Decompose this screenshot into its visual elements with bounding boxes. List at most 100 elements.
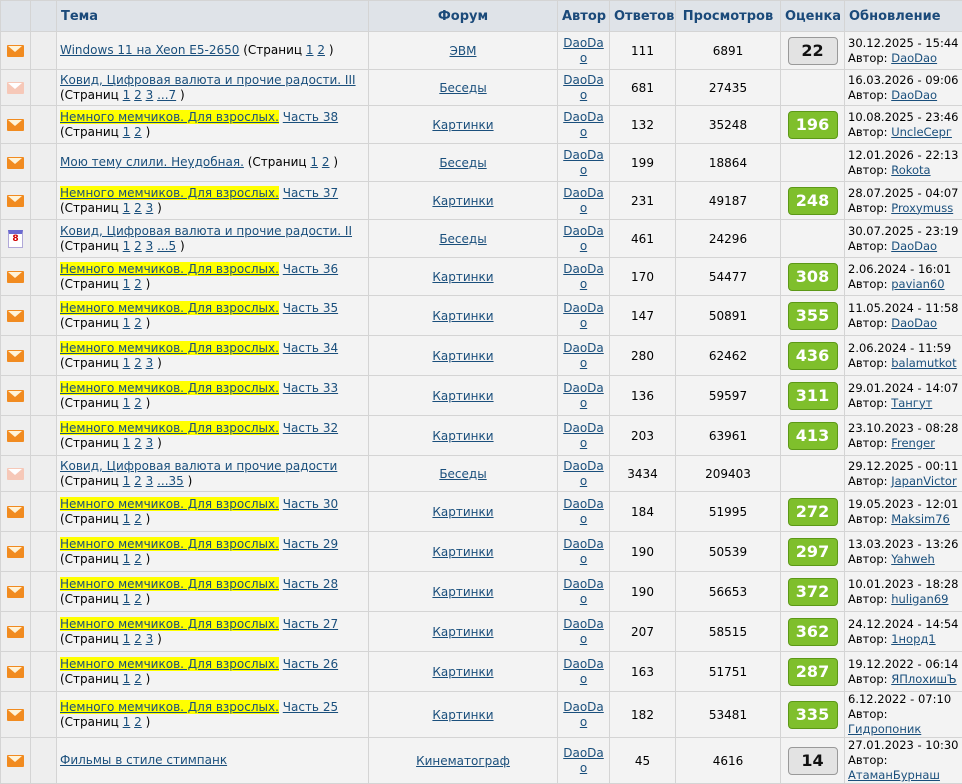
rating-badge[interactable]: 335	[788, 701, 838, 729]
topic-highlight-link[interactable]: Немного мемчиков. Для взрослых.	[60, 577, 279, 591]
page-link[interactable]: 2	[134, 201, 142, 215]
page-link[interactable]: 1	[123, 436, 131, 450]
rating-badge[interactable]: 196	[788, 111, 838, 139]
page-link[interactable]: 1	[123, 356, 131, 370]
topic-title-link[interactable]: Часть 25	[283, 700, 338, 714]
topic-title-link[interactable]: Часть 32	[283, 421, 338, 435]
updated-by-link[interactable]: UncleСерг	[891, 125, 952, 139]
topic-title-link[interactable]: Мою тему слили. Неудобная.	[60, 155, 244, 169]
updated-by-link[interactable]: huligan69	[891, 592, 948, 606]
page-link[interactable]: 1	[123, 632, 131, 646]
page-link[interactable]: 1	[123, 715, 131, 729]
page-link[interactable]: 3	[146, 201, 154, 215]
rating-badge[interactable]: 14	[788, 747, 838, 775]
page-link[interactable]: ...7	[157, 88, 176, 102]
topic-title-link[interactable]: Часть 33	[283, 381, 338, 395]
updated-by-link[interactable]: ЯПлохишЪ	[891, 672, 956, 686]
page-link[interactable]: 1	[123, 88, 131, 102]
page-link[interactable]: 2	[134, 552, 142, 566]
topic-title-link[interactable]: Ковид, Цифровая валюта и прочие радости.…	[60, 224, 352, 238]
forum-link[interactable]: Картинки	[432, 625, 493, 639]
page-link[interactable]: 2	[134, 592, 142, 606]
author-link[interactable]: DaoDao	[562, 110, 606, 140]
rating-badge[interactable]: 311	[788, 382, 838, 410]
page-link[interactable]: 3	[146, 239, 154, 253]
forum-link[interactable]: Картинки	[432, 429, 493, 443]
topic-highlight-link[interactable]: Немного мемчиков. Для взрослых.	[60, 110, 279, 124]
rating-badge[interactable]: 362	[788, 618, 838, 646]
page-link[interactable]: 2	[134, 672, 142, 686]
updated-by-link[interactable]: Тангут	[891, 396, 932, 410]
updated-by-link[interactable]: Yahweh	[891, 552, 935, 566]
author-link[interactable]: DaoDao	[562, 497, 606, 527]
topic-highlight-link[interactable]: Немного мемчиков. Для взрослых.	[60, 381, 279, 395]
rating-badge[interactable]: 436	[788, 342, 838, 370]
author-link[interactable]: DaoDao	[562, 224, 606, 254]
author-link[interactable]: DaoDao	[562, 459, 606, 489]
author-link[interactable]: DaoDao	[562, 537, 606, 567]
topic-title-link[interactable]: Часть 28	[283, 577, 338, 591]
updated-by-link[interactable]: 1норд1	[891, 632, 935, 646]
forum-link[interactable]: Картинки	[432, 270, 493, 284]
topic-title-link[interactable]: Часть 29	[283, 537, 338, 551]
page-link[interactable]: 1	[123, 316, 131, 330]
page-link[interactable]: 2	[134, 88, 142, 102]
forum-link[interactable]: Картинки	[432, 505, 493, 519]
page-link[interactable]: 1	[123, 672, 131, 686]
header-topic[interactable]: Тема	[57, 1, 369, 32]
updated-by-link[interactable]: АтаманБурнаш	[848, 768, 940, 782]
topic-highlight-link[interactable]: Немного мемчиков. Для взрослых.	[60, 700, 279, 714]
author-link[interactable]: DaoDao	[562, 746, 606, 776]
page-link[interactable]: 2	[134, 125, 142, 139]
forum-link[interactable]: Картинки	[432, 545, 493, 559]
forum-link[interactable]: Картинки	[432, 585, 493, 599]
updated-by-link[interactable]: Maksim76	[891, 512, 950, 526]
page-link[interactable]: 2	[134, 512, 142, 526]
header-replies[interactable]: Ответов	[610, 1, 676, 32]
topic-highlight-link[interactable]: Немного мемчиков. Для взрослых.	[60, 262, 279, 276]
page-link[interactable]: 2	[134, 474, 142, 488]
page-link[interactable]: 2	[134, 356, 142, 370]
forum-link[interactable]: ЭВМ	[450, 44, 477, 58]
author-link[interactable]: DaoDao	[562, 421, 606, 451]
page-link[interactable]: 1	[123, 277, 131, 291]
author-link[interactable]: DaoDao	[562, 381, 606, 411]
page-link[interactable]: 2	[134, 239, 142, 253]
topic-title-link[interactable]: Часть 30	[283, 497, 338, 511]
author-link[interactable]: DaoDao	[562, 341, 606, 371]
topic-highlight-link[interactable]: Немного мемчиков. Для взрослых.	[60, 617, 279, 631]
updated-by-link[interactable]: DaoDao	[891, 51, 937, 65]
header-updated[interactable]: Обновление	[845, 1, 962, 32]
forum-link[interactable]: Беседы	[439, 156, 486, 170]
page-link[interactable]: 1	[123, 592, 131, 606]
topic-title-link[interactable]: Ковид, Цифровая валюта и прочие радости	[60, 459, 337, 473]
topic-highlight-link[interactable]: Немного мемчиков. Для взрослых.	[60, 341, 279, 355]
topic-title-link[interactable]: Фильмы в стиле стимпанк	[60, 753, 227, 767]
page-link[interactable]: 2	[134, 396, 142, 410]
topic-title-link[interactable]: Часть 37	[283, 186, 338, 200]
page-link[interactable]: 2	[134, 715, 142, 729]
page-link[interactable]: ...35	[157, 474, 184, 488]
page-link[interactable]: 3	[146, 88, 154, 102]
rating-badge[interactable]: 372	[788, 578, 838, 606]
rating-badge[interactable]: 355	[788, 302, 838, 330]
topic-title-link[interactable]: Часть 26	[283, 657, 338, 671]
page-link[interactable]: 3	[146, 632, 154, 646]
forum-link[interactable]: Картинки	[432, 194, 493, 208]
updated-by-link[interactable]: Rokota	[891, 163, 930, 177]
topic-highlight-link[interactable]: Немного мемчиков. Для взрослых.	[60, 657, 279, 671]
page-link[interactable]: 1	[123, 474, 131, 488]
topic-title-link[interactable]: Часть 34	[283, 341, 338, 355]
page-link[interactable]: 2	[134, 277, 142, 291]
forum-link[interactable]: Картинки	[432, 309, 493, 323]
updated-by-link[interactable]: DaoDao	[891, 316, 937, 330]
topic-highlight-link[interactable]: Немного мемчиков. Для взрослых.	[60, 497, 279, 511]
forum-link[interactable]: Беседы	[439, 467, 486, 481]
header-views[interactable]: Просмотров	[676, 1, 781, 32]
page-link[interactable]: 1	[123, 201, 131, 215]
page-link[interactable]: 2	[322, 155, 330, 169]
forum-link[interactable]: Кинематограф	[416, 754, 510, 768]
topic-highlight-link[interactable]: Немного мемчиков. Для взрослых.	[60, 186, 279, 200]
author-link[interactable]: DaoDao	[562, 36, 606, 66]
topic-title-link[interactable]: Часть 38	[283, 110, 338, 124]
